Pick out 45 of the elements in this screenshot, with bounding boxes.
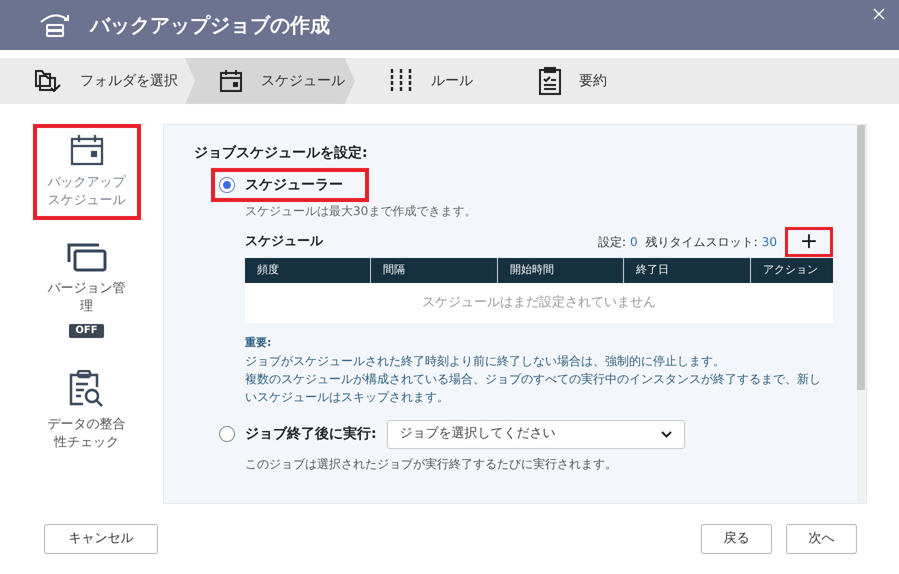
sidebar-item[interactable]: データの整合性チェック [32,360,140,462]
step-tab[interactable]: スケジュール [185,58,355,104]
count-value: 0 [630,234,638,251]
radio-button[interactable] [219,177,235,193]
table-title: スケジュール [245,233,323,252]
note-text: ジョブがスケジュールされた終了時刻より前に終了しない場合は、強制的に停止します。 [245,352,726,370]
calendar-icon [219,69,243,93]
job-dropdown[interactable]: ジョブを選択してください [386,420,685,448]
sliders-icon [389,68,413,94]
close-button[interactable] [873,8,887,22]
calendar-icon [70,134,104,166]
option-label: スケジューラー [245,176,343,194]
option-label: ジョブ終了後に実行: [245,424,377,444]
folders-check-icon [34,68,62,94]
back-button[interactable]: 戻る [701,524,772,554]
column-header: 開始時間 [497,258,623,283]
radio-button[interactable] [219,426,235,442]
column-header: アクション [750,258,833,283]
step-tab[interactable]: フォルダを選択 [0,58,185,104]
empty-message: スケジュールはまだ設定されていません [422,294,656,312]
column-header: 終了日 [623,258,750,283]
clipboard-search-icon [68,370,104,408]
step-tab[interactable]: ルール [355,58,505,104]
clipboard-icon [539,67,561,95]
sidebar-item[interactable]: バックアップスケジュール [32,124,140,220]
window-title: バックアップジョブの作成 [90,12,330,39]
add-button[interactable]: + [785,227,833,257]
step-tab[interactable]: 要約 [505,58,625,104]
cancel-button[interactable]: キャンセル [44,524,158,554]
column-header: 間隔 [370,258,497,283]
hint-text: スケジュールは最大30まで作成できます。 [245,203,478,220]
next-button[interactable]: 次へ [786,524,857,554]
chevron-down-icon [660,430,672,438]
column-header: 頻度 [256,262,280,278]
note-text: 複数のスケジュールが構成されている場合、ジョブのすべての実行中のインスタンスが終了するまで、新しいスケジュールはスキップされます。 [245,370,822,406]
status-badge: OFF [69,324,104,338]
hint-text: このジョブは選択されたジョブが実行終了するたびに実行されます。 [245,456,618,472]
note-heading: 重要: [245,335,272,351]
windows-icon [66,242,106,272]
section-heading: ジョブスケジュールを設定: [194,144,369,163]
scrollbar-thumb[interactable] [857,125,865,390]
count-value: 30 [762,234,777,251]
count-label: 設定: [598,234,626,251]
count-label: 残りタイムスロット: [646,234,758,251]
sidebar-item[interactable]: バージョン管理 OFF [32,232,140,348]
